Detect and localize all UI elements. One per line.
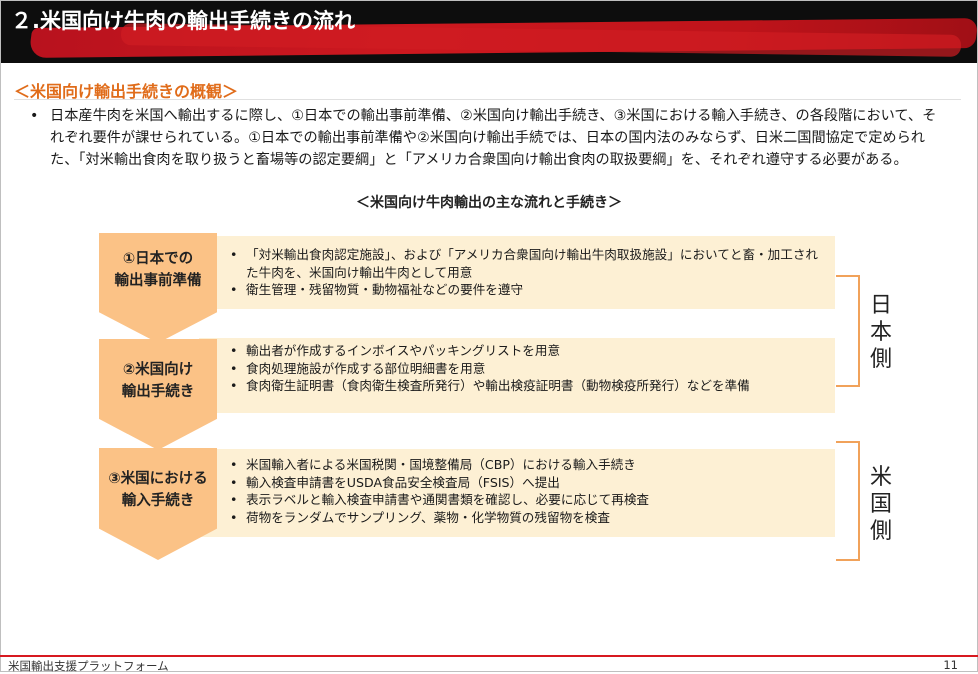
step-2-label-line1: ②米国向け [122,362,194,378]
japan-side-char: 本 [869,320,892,345]
step-3-items: 米国輸入者による米国税関・国境整備局（CBP）における輸入手続き 輸入検査申請書… [230,456,820,526]
us-side-char: 側 [869,519,892,544]
list-item: 食肉処理施設が作成する部位明細書を用意 [230,360,820,378]
japan-side-char: 側 [869,347,892,372]
step-3-label: ③米国における 輸入手続き [99,468,217,512]
list-item: 表示ラベルと輸入検査申請書や通関書類を確認し、必要に応じて再検査 [230,491,820,509]
step-1-label-line2: 輸出事前準備 [114,273,202,289]
step-2-label-line2: 輸出手続き [121,384,195,400]
step-3-label-line1: ③米国における [108,471,208,487]
step-1-items: 「対米輸出食肉認定施設」、および「アメリカ合衆国向け輸出牛肉取扱施設」においてと… [230,246,820,299]
japan-side-char: 日 [869,293,892,318]
us-side-bracket [836,441,860,561]
us-side-char: 米 [869,465,892,490]
title-bar: ２.米国向け牛肉の輸出手続きの流れ [1,1,977,63]
japan-side-label: 日 本 側 [866,292,896,373]
step-3-label-line2: 輸入手続き [121,493,195,509]
us-side-label: 米 国 側 [866,464,896,545]
step-2-items: 輸出者が作成するインボイスやパッキングリストを用意 食肉処理施設が作成する部位明… [230,342,820,395]
bullet-icon: • [30,108,39,124]
footer-divider [0,655,978,657]
section-divider [14,99,961,100]
list-item: 「対米輸出食肉認定施設」、および「アメリカ合衆国向け輸出牛肉取扱施設」においてと… [230,246,820,281]
list-item: 輸出者が作成するインボイスやパッキングリストを用意 [230,342,820,360]
flow-heading: ＜米国向け牛肉輸出の主な流れと手続き＞ [356,195,622,211]
intro-paragraph: • 日本産牛肉を米国へ輸出するに際し、①日本での輸出事前準備、②米国向け輸出手続… [30,105,950,171]
list-item: 荷物をランダムでサンプリング、薬物・化学物質の残留物を検査 [230,509,820,527]
list-item: 輸入検査申請書をUSDA食品安全検査局（FSIS）へ提出 [230,474,820,492]
japan-side-bracket [836,275,860,387]
page-title: ２.米国向け牛肉の輸出手続きの流れ [11,9,355,33]
intro-text: 日本産牛肉を米国へ輸出するに際し、①日本での輸出事前準備、②米国向け輸出手続き、… [50,108,937,168]
us-side-char: 国 [869,492,892,517]
list-item: 衛生管理・残留物質・動物福祉などの要件を遵守 [230,281,820,299]
step-1-label-line1: ①日本での [122,251,194,267]
step-2-label: ②米国向け 輸出手続き [99,359,217,403]
page-number: 11 [943,658,958,672]
step-1-label: ①日本での 輸出事前準備 [99,248,217,292]
list-item: 食肉衛生証明書（食肉衛生検査所発行）や輸出検疫証明書（動物検疫所発行）などを準備 [230,377,820,395]
list-item: 米国輸入者による米国税関・国境整備局（CBP）における輸入手続き [230,456,820,474]
